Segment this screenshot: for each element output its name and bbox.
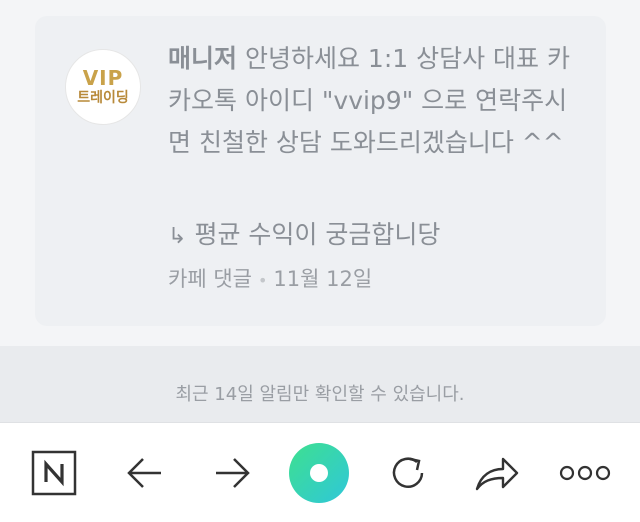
bottom-toolbar [0,422,640,522]
avatar-line2: 트레이딩 [77,90,129,106]
back-button[interactable] [115,443,175,503]
share-button[interactable] [467,443,527,503]
reply-line: ↳ 평균 수익이 궁금합니당 [168,215,588,257]
naver-home-button[interactable] [24,443,84,503]
notice-text: 최근 14일 알림만 확인할 수 있습니다. [175,384,465,405]
avatar-line1: VIP [82,66,124,90]
reply-text: 평균 수익이 궁금합니당 [194,220,441,249]
sender-name: 매니저 [168,44,238,73]
green-dot-button[interactable] [289,443,349,503]
separator-dot-icon: • [257,271,268,290]
more-button[interactable] [555,443,615,503]
naver-logo-icon [31,450,77,496]
refresh-icon [392,457,424,488]
more-icon [559,465,611,481]
reply-arrow-icon: ↳ [168,224,187,249]
share-icon [475,457,519,491]
forward-arrow-icon [216,458,250,488]
source-label: 카페 댓글 [168,267,252,291]
notification-message: 매니저 안녕하세요 1:1 상담사 대표 카카오톡 아이디 "vvip9" 으로… [168,38,588,164]
notification-card[interactable]: VIP 트레이딩 매니저 안녕하세요 1:1 상담사 대표 카카오톡 아이디 "… [35,16,606,326]
refresh-button[interactable] [378,443,438,503]
forward-button[interactable] [202,443,262,503]
green-dot-icon [289,443,349,503]
back-arrow-icon [127,458,161,488]
date-label: 11월 12일 [273,267,373,291]
notification-meta: 카페 댓글 • 11월 12일 [168,263,372,297]
avatar: VIP 트레이딩 [65,49,141,125]
